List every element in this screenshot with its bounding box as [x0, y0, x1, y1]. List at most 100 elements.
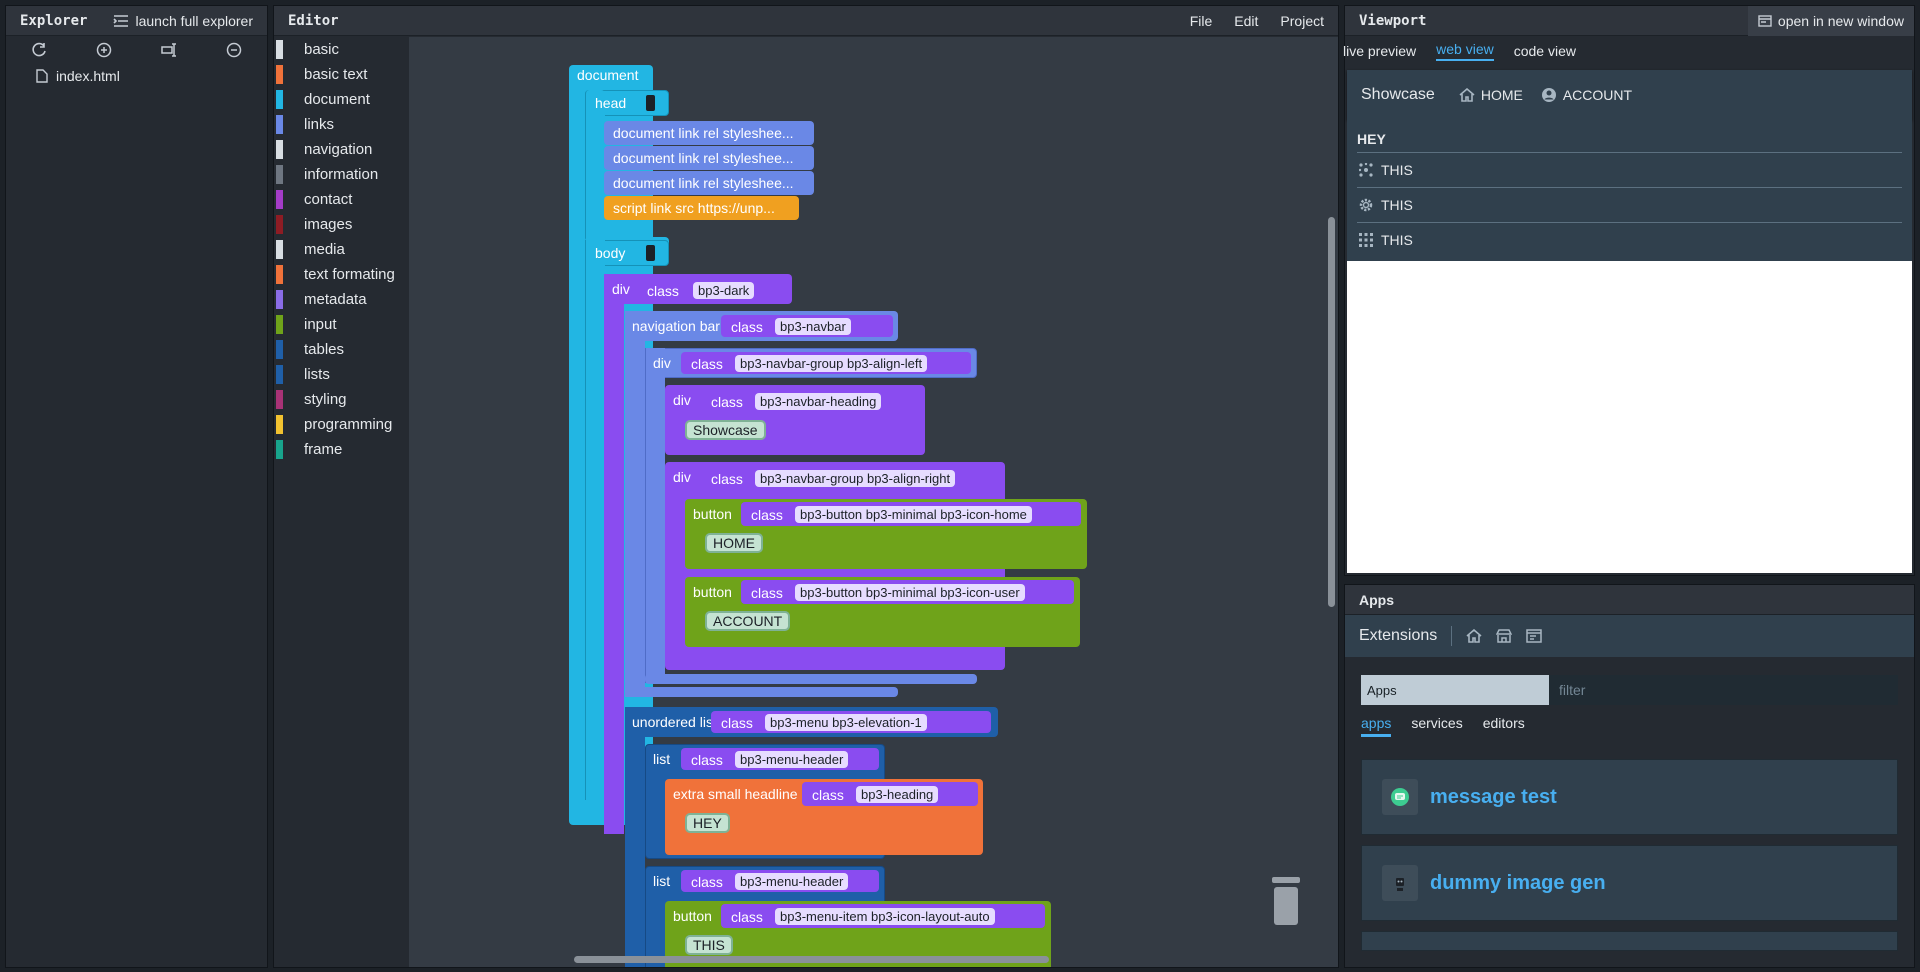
category-swatch [276, 65, 283, 84]
vertical-scrollbar[interactable] [1328, 217, 1335, 607]
div-label: div [673, 392, 691, 408]
preview-menu-item-label: THIS [1381, 197, 1413, 213]
apps-tabs: apps services editors [1361, 715, 1898, 737]
category-item[interactable]: document [274, 87, 409, 112]
home-icon[interactable] [1466, 629, 1482, 643]
category-item[interactable]: basic [274, 37, 409, 62]
class-value[interactable]: bp3-menu-item bp3-icon-layout-auto [775, 908, 995, 925]
category-item[interactable]: tables [274, 337, 409, 362]
class-value[interactable]: bp3-menu bp3-elevation-1 [765, 714, 927, 731]
category-item[interactable]: styling [274, 387, 409, 412]
category-label: lists [304, 366, 330, 383]
app-card-partial[interactable] [1361, 931, 1898, 951]
text-hey[interactable]: HEY [685, 813, 730, 833]
category-item[interactable]: lists [274, 362, 409, 387]
category-label: metadata [304, 291, 367, 308]
div-dark-label: div [612, 281, 630, 297]
file-item-index[interactable]: index.html [6, 64, 267, 88]
tab-web-view[interactable]: web view [1436, 41, 1494, 61]
category-swatch [276, 440, 283, 459]
trash-icon[interactable] [1269, 875, 1303, 927]
class-value[interactable]: bp3-button bp3-minimal bp3-icon-home [795, 506, 1032, 523]
class-value[interactable]: bp3-heading [856, 786, 939, 803]
category-label: navigation [304, 141, 373, 158]
class-value[interactable]: bp3-navbar-group bp3-align-right [755, 470, 956, 487]
text-this[interactable]: THIS [685, 935, 733, 955]
category-label: text formating [304, 266, 395, 283]
block-workspace[interactable]: document head document link rel styleshe… [409, 37, 1338, 967]
category-item[interactable]: programming [274, 412, 409, 437]
body-label: body [595, 245, 626, 261]
text-showcase[interactable]: Showcase [685, 420, 766, 440]
menu-edit[interactable]: Edit [1234, 13, 1258, 29]
preview-home-button[interactable]: HOME [1459, 87, 1523, 103]
category-item[interactable]: navigation [274, 137, 409, 162]
class-value[interactable]: bp3-menu-header [735, 873, 849, 890]
category-item[interactable]: information [274, 162, 409, 187]
preview-account-button[interactable]: ACCOUNT [1541, 87, 1632, 103]
category-item[interactable]: links [274, 112, 409, 137]
preview-menu-header: HEY [1357, 126, 1902, 153]
class-value[interactable]: bp3-navbar-heading [755, 393, 882, 410]
category-item[interactable]: frame [274, 437, 409, 462]
class-value[interactable]: bp3-button bp3-minimal bp3-icon-user [795, 584, 1025, 601]
explorer-panel: Explorer launch full explorer index.html [5, 5, 268, 968]
class-value[interactable]: bp3-menu-header [735, 751, 849, 768]
category-label: programming [304, 416, 393, 433]
class-value[interactable]: bp3-navbar-group bp3-align-left [735, 355, 928, 372]
link-block-1-label: document link rel styleshee... [613, 125, 794, 141]
preview-navbar: Showcase HOME ACCOUNT [1347, 70, 1912, 120]
remove-circle-icon[interactable] [226, 42, 242, 58]
preview-menu-item[interactable]: THIS [1357, 223, 1902, 257]
window-icon [1758, 14, 1772, 27]
refresh-icon[interactable] [31, 42, 47, 58]
launch-full-explorer-button[interactable]: launch full explorer [113, 13, 253, 29]
text-home[interactable]: HOME [705, 533, 763, 553]
unordered-list-label: unordered list [632, 714, 717, 730]
user-icon [1541, 88, 1556, 102]
category-item[interactable]: text formating [274, 262, 409, 287]
open-new-window-button[interactable]: open in new window [1747, 5, 1914, 36]
text-account[interactable]: ACCOUNT [705, 611, 791, 631]
category-item[interactable]: contact [274, 187, 409, 212]
category-item[interactable]: basic text [274, 62, 409, 87]
application-icon[interactable] [1526, 629, 1543, 643]
apps-filter-input[interactable]: filter [1549, 675, 1898, 705]
category-item[interactable]: images [274, 212, 409, 237]
tab-editors[interactable]: editors [1483, 715, 1525, 737]
web-preview: Showcase HOME ACCOUNT HEY THIS THIS THIS [1347, 70, 1912, 573]
category-item[interactable]: metadata [274, 287, 409, 312]
menu-file[interactable]: File [1190, 13, 1213, 29]
tab-code-view[interactable]: code view [1514, 43, 1576, 59]
preview-menu-item[interactable]: THIS [1357, 188, 1902, 223]
class-label: class [812, 787, 844, 803]
class-label: class [691, 874, 723, 890]
app-card-dummy-image-gen[interactable]: dummy image gen [1361, 845, 1898, 921]
tab-services[interactable]: services [1411, 715, 1462, 737]
open-new-window-label: open in new window [1777, 12, 1904, 29]
apps-type-select[interactable]: Apps [1361, 675, 1549, 705]
tab-live-preview[interactable]: live preview [1343, 43, 1416, 59]
menu-project[interactable]: Project [1280, 13, 1324, 29]
category-item[interactable]: input [274, 312, 409, 337]
class-value[interactable]: bp3-navbar [775, 318, 851, 335]
shop-icon[interactable] [1496, 629, 1513, 643]
category-swatch [276, 215, 283, 234]
document-block-label: document [577, 67, 639, 83]
launch-label: launch full explorer [135, 12, 253, 29]
class-label: class [647, 283, 679, 299]
preview-menu-item[interactable]: THIS [1357, 153, 1902, 188]
tab-apps[interactable]: apps [1361, 715, 1392, 737]
add-circle-icon[interactable] [96, 42, 112, 58]
gear-icon [1359, 198, 1373, 212]
category-label: input [304, 316, 337, 333]
apps-header: Apps [1345, 585, 1914, 615]
horizontal-scrollbar[interactable] [574, 956, 1049, 963]
category-item[interactable]: media [274, 237, 409, 262]
app-card-message-test[interactable]: message test [1361, 759, 1898, 835]
category-swatch [276, 240, 283, 259]
class-value[interactable]: bp3-dark [693, 282, 755, 299]
preview-menu-item-label: THIS [1381, 162, 1413, 178]
rename-icon[interactable] [161, 42, 177, 58]
list-label: list [653, 751, 671, 767]
